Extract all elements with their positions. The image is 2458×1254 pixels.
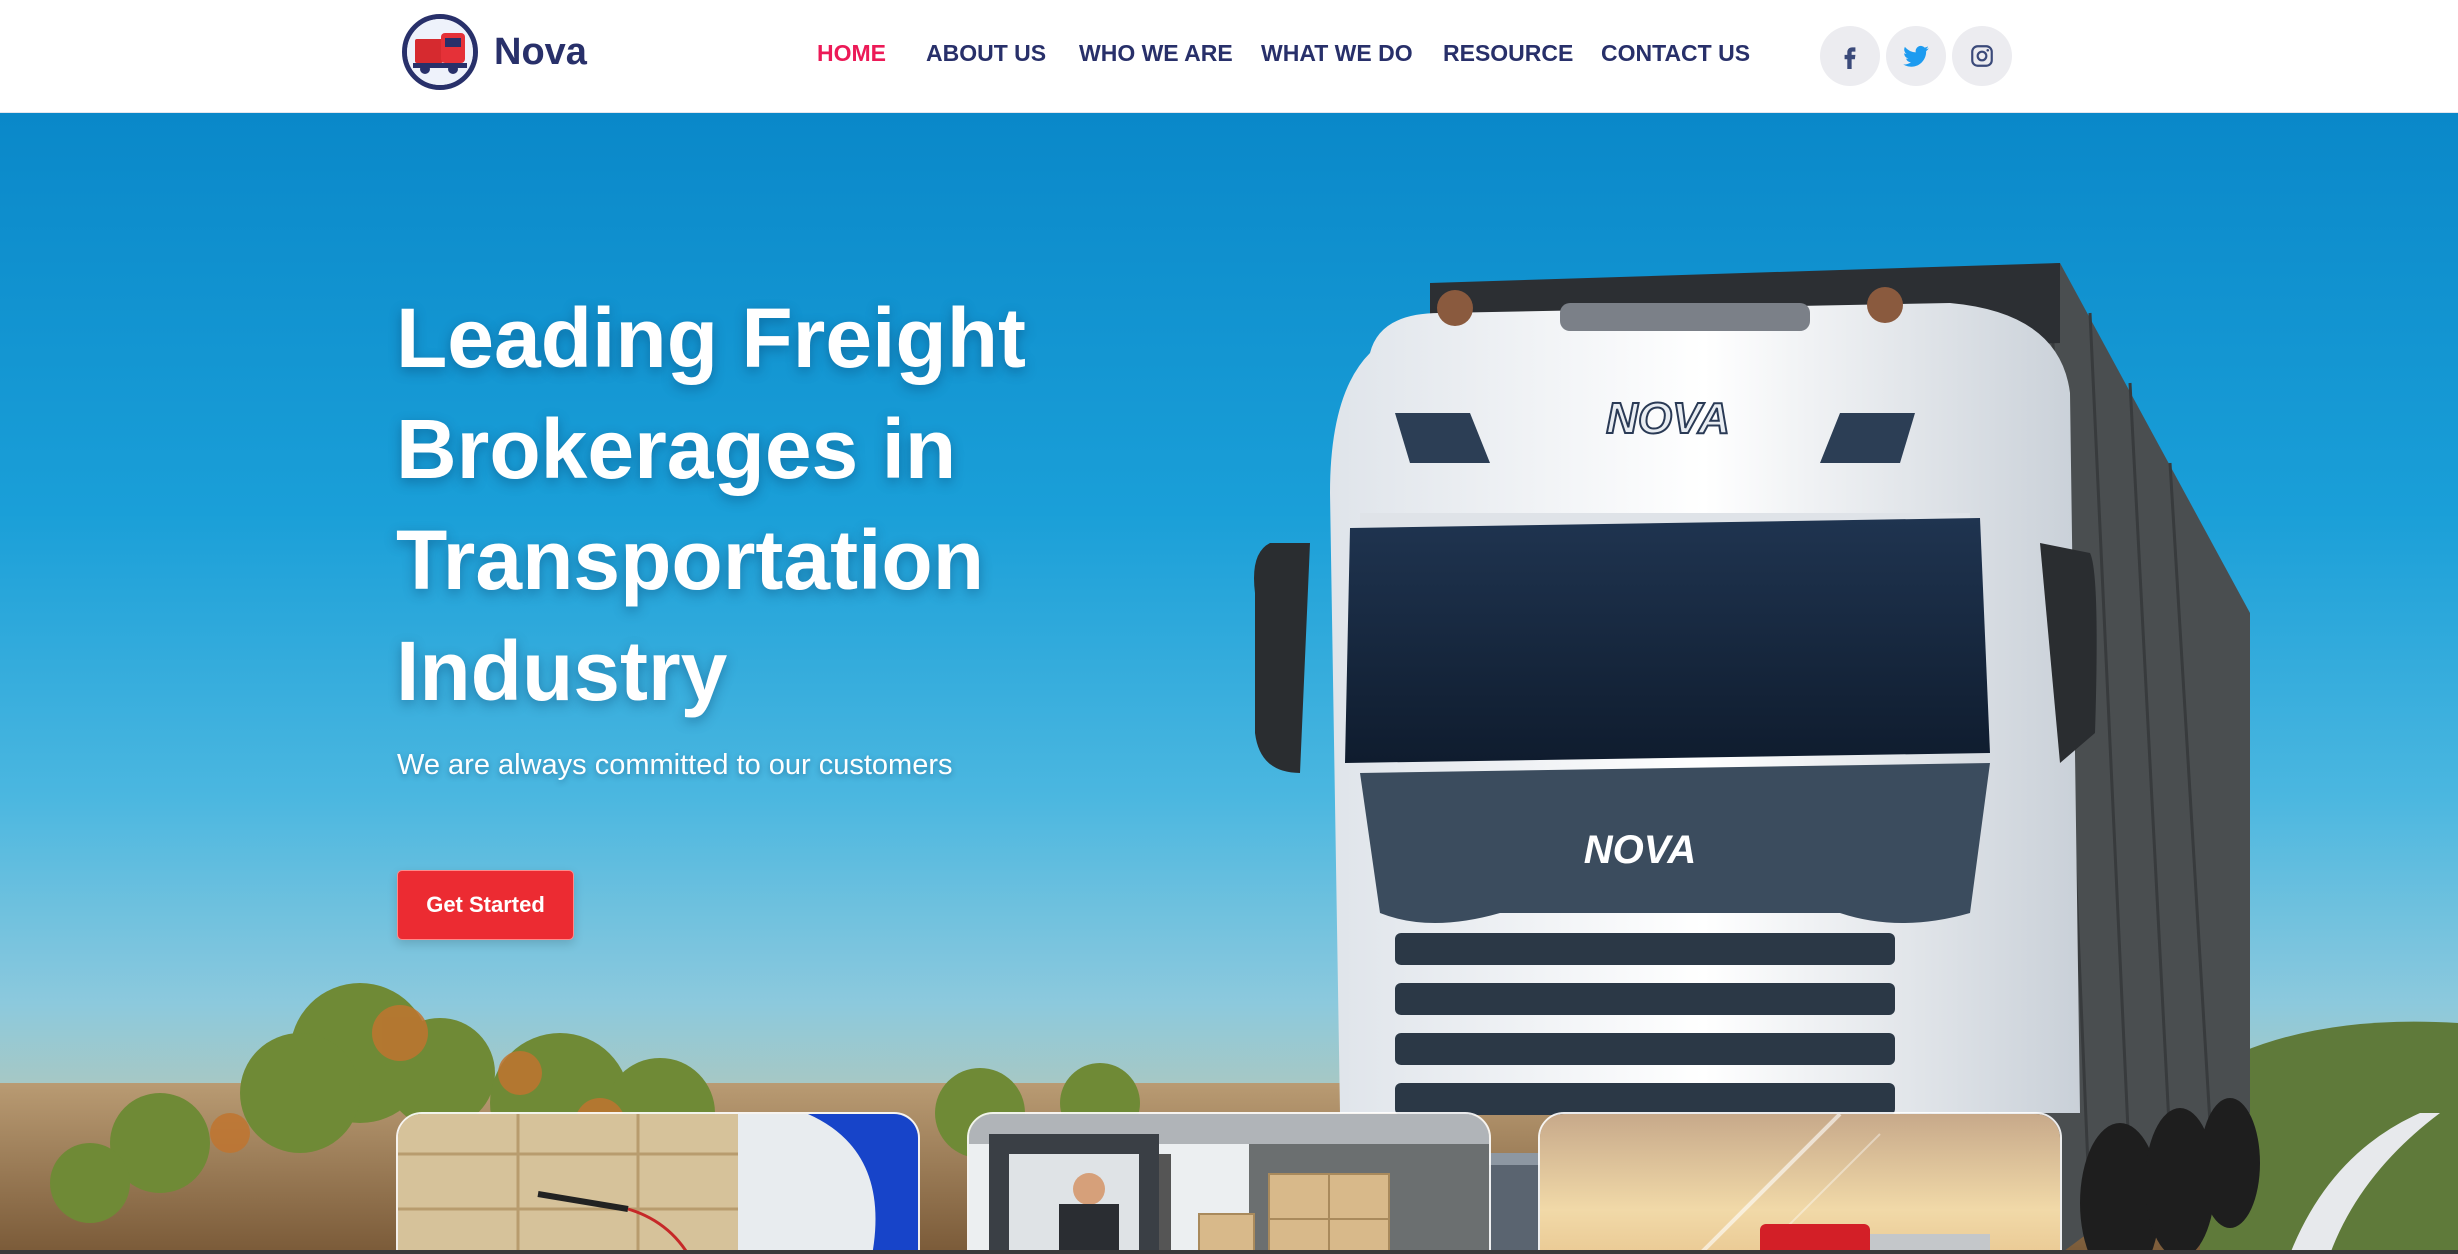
bottom-edge bbox=[0, 1250, 2458, 1254]
brand-name: Nova bbox=[494, 30, 587, 73]
truck-brand-top: NOVA bbox=[1606, 394, 1730, 443]
service-card-3[interactable] bbox=[1538, 1112, 2062, 1254]
service-card-1[interactable] bbox=[396, 1112, 920, 1254]
service-card-2[interactable] bbox=[967, 1112, 1491, 1254]
nav-what-we-do[interactable]: WHAT WE DO bbox=[1261, 40, 1413, 67]
red-truck-sunset-photo bbox=[1540, 1114, 2060, 1254]
hero-section: NOVA NOVA Leading Freight Brokerages in … bbox=[0, 113, 2458, 1254]
nav-about-us[interactable]: ABOUT US bbox=[926, 40, 1046, 67]
forklift-loading-photo bbox=[969, 1114, 1489, 1254]
hero-title-line-1: Leading Freight bbox=[396, 291, 1026, 385]
hero-title: Leading Freight Brokerages in Transporta… bbox=[396, 283, 1156, 727]
site-header: Nova HOME ABOUT US WHO WE ARE WHAT WE DO… bbox=[0, 0, 2458, 113]
hero-subtitle: We are always committed to our customers bbox=[397, 749, 953, 781]
get-started-button[interactable]: Get Started bbox=[397, 870, 574, 940]
boxes-scanning-photo bbox=[398, 1114, 918, 1254]
nav-who-we-are[interactable]: WHO WE ARE bbox=[1079, 40, 1233, 67]
hero-title-line-4: Industry bbox=[396, 624, 728, 718]
brand-logo[interactable]: Nova bbox=[402, 14, 587, 90]
nav-contact-us[interactable]: CONTACT US bbox=[1601, 40, 1750, 67]
instagram-icon bbox=[1971, 45, 1993, 67]
hero-title-line-2: Brokerages in bbox=[396, 402, 957, 496]
facebook-icon bbox=[1844, 47, 1856, 69]
twitter-link[interactable] bbox=[1886, 26, 1946, 86]
instagram-link[interactable] bbox=[1952, 26, 2012, 86]
nav-home[interactable]: HOME bbox=[817, 40, 886, 67]
hero-title-line-3: Transportation bbox=[396, 513, 985, 607]
truck-logo-icon bbox=[402, 14, 478, 90]
twitter-icon bbox=[1903, 45, 1929, 67]
nav-resource[interactable]: RESOURCE bbox=[1443, 40, 1573, 67]
truck-brand-grille: NOVA bbox=[1584, 828, 1697, 872]
facebook-link[interactable] bbox=[1820, 26, 1880, 86]
hero-truck-background: NOVA NOVA bbox=[0, 263, 2458, 1254]
